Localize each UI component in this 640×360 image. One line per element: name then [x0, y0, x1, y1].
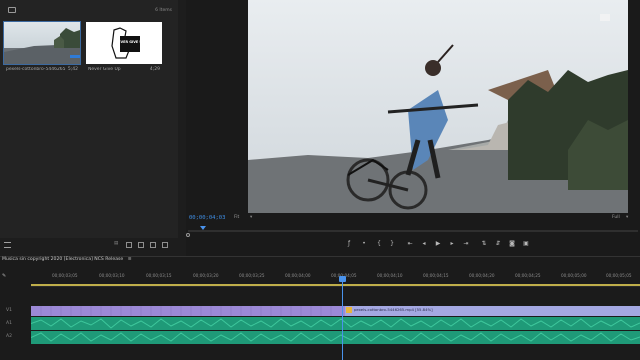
- wrench-icon[interactable]: ✎: [2, 273, 6, 279]
- video-track-header[interactable]: V1: [6, 308, 12, 313]
- menu-icon[interactable]: ≡: [128, 257, 132, 262]
- go-to-in-icon[interactable]: ⇤: [406, 240, 414, 248]
- list-view-icon[interactable]: [4, 242, 11, 248]
- ruler-label: 00;00;04;00: [285, 273, 311, 278]
- new-bin-icon[interactable]: [138, 242, 144, 248]
- chevron-down-icon[interactable]: ▾: [626, 215, 628, 220]
- extract-icon[interactable]: ⇵: [494, 240, 502, 248]
- clip-name: pexels-cottonbro-5446265.m...: [6, 67, 66, 72]
- project-item-video[interactable]: pexels-cottonbro-5446265.m... 5;42: [3, 21, 81, 78]
- clip-label: pexels-cottonbro-5446265.mp4 [55.84%]: [354, 307, 433, 312]
- ruler-label: 00;00;03;25: [239, 273, 265, 278]
- audio-clip-2[interactable]: [31, 331, 640, 344]
- audio-track-header[interactable]: A2: [6, 334, 12, 339]
- ruler-label: 00;00;05;05: [606, 273, 632, 278]
- ruler-label: 00;00;04;15: [423, 273, 449, 278]
- graphic-thumbnail[interactable]: NEVER GIVE UP: [86, 22, 162, 64]
- resolution-select[interactable]: Full: [612, 215, 620, 220]
- go-to-out-icon[interactable]: ⇥: [462, 240, 470, 248]
- project-footer: ▤: [0, 238, 178, 252]
- ruler-label: 00;00;03;05: [52, 273, 78, 278]
- program-timecode[interactable]: 00;00;04;03: [189, 215, 225, 221]
- thumb-text: NEVER GIVE UP: [115, 40, 145, 44]
- clip-name: Never Give Up: [88, 67, 121, 72]
- folder-icon[interactable]: [8, 7, 16, 13]
- program-video-frame: [248, 0, 628, 213]
- ruler-label: 00;00;04;25: [515, 273, 541, 278]
- search-bin-icon[interactable]: [126, 242, 132, 248]
- ruler-label: 00;00;03;10: [99, 273, 125, 278]
- audio-clip-1[interactable]: [31, 317, 640, 330]
- play-icon[interactable]: ▶: [434, 240, 442, 248]
- video-thumbnail[interactable]: [3, 21, 81, 65]
- chevron-down-icon[interactable]: ▾: [250, 215, 252, 220]
- mark-in-icon[interactable]: {: [375, 240, 383, 248]
- ruler-label: 00;00;03;20: [193, 273, 219, 278]
- zoom-select[interactable]: Fit: [234, 215, 239, 220]
- marker-icon[interactable]: [186, 233, 190, 237]
- project-item-graphic[interactable]: NEVER GIVE UP Never Give Up 4;29: [86, 22, 162, 78]
- ruler-label: 00;00;04;10: [377, 273, 403, 278]
- items-count: 6 Items: [155, 8, 172, 13]
- new-item-icon[interactable]: [150, 242, 156, 248]
- ruler-label: 00;00;04;20: [469, 273, 495, 278]
- work-area-fill: [31, 284, 640, 286]
- timeline-clip-graphic[interactable]: [31, 306, 345, 316]
- sequence-tab[interactable]: Musica sin copyright 2020 [Electronica] …: [2, 257, 132, 262]
- step-forward-icon[interactable]: ▸: [448, 240, 456, 248]
- ruler-label: 00;00;03;15: [146, 273, 172, 278]
- program-time-ruler[interactable]: [186, 224, 640, 234]
- fx-badge-icon: [346, 307, 352, 313]
- audio-track-header[interactable]: A1: [6, 321, 12, 326]
- marker-add-icon[interactable]: ƒ: [345, 240, 353, 248]
- bin-icon[interactable]: ▤: [114, 241, 118, 246]
- trash-icon[interactable]: [162, 242, 168, 248]
- project-header: 6 Items: [0, 0, 178, 22]
- ruler-label: 00;00;05;00: [561, 273, 587, 278]
- playhead-line[interactable]: [342, 276, 343, 360]
- clip-duration: 5;42: [67, 67, 78, 72]
- step-back-icon[interactable]: ◂: [420, 240, 428, 248]
- lift-icon[interactable]: ⇅: [480, 240, 488, 248]
- add-marker-icon[interactable]: •: [360, 240, 368, 248]
- sequence-name: Musica sin copyright 2020 [Electronica] …: [2, 257, 124, 262]
- mark-out-icon[interactable]: }: [388, 240, 396, 248]
- settings-icon[interactable]: ▣: [522, 240, 530, 248]
- camera-icon[interactable]: ◙: [508, 240, 516, 248]
- clip-duration: 4;29: [149, 67, 160, 72]
